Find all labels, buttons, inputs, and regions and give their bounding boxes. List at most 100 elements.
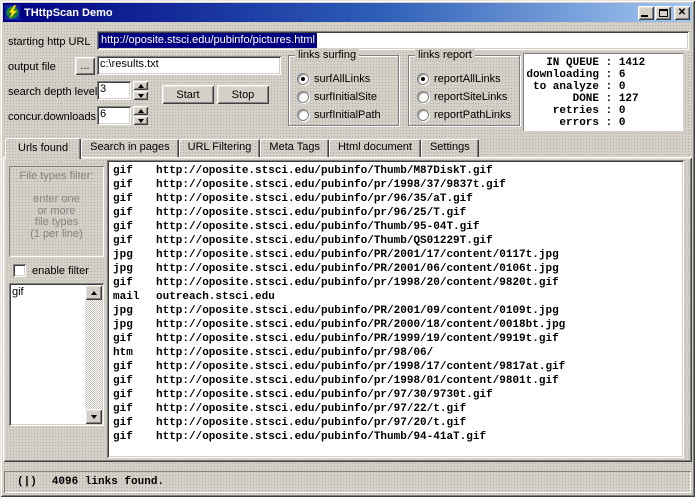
- minimize-icon: [641, 15, 648, 17]
- search-depth-label: search depth level: [8, 86, 97, 98]
- urls-found-list[interactable]: gifhttp://oposite.stsci.edu/pubinfo/Thum…: [107, 160, 684, 458]
- status-sep: :: [599, 69, 619, 81]
- url-text: http://oposite.stsci.edu/pubinfo/pr/97/3…: [156, 388, 493, 402]
- filter-info-line: (1 per line): [9, 229, 104, 241]
- url-list-row[interactable]: gifhttp://oposite.stsci.edu/pubinfo/Thum…: [113, 234, 682, 248]
- tab-url-filtering[interactable]: URL Filtering: [179, 139, 261, 157]
- tab-meta-tags[interactable]: Meta Tags: [260, 139, 329, 157]
- url-text: http://oposite.stsci.edu/pubinfo/pr/1998…: [156, 360, 565, 374]
- url-type: gif: [113, 220, 156, 234]
- url-type: gif: [113, 430, 156, 444]
- scroll-up-button[interactable]: [85, 285, 102, 300]
- tab-search-in-pages[interactable]: Search in pages: [81, 139, 179, 157]
- url-type: jpg: [113, 304, 156, 318]
- minimize-button[interactable]: [638, 6, 654, 20]
- title-bar[interactable]: THttpScan Demo ✕: [3, 3, 692, 22]
- filter-info-line: File types filter:: [9, 171, 104, 183]
- filter-types-memo[interactable]: gif: [9, 283, 104, 426]
- url-list-row[interactable]: gifhttp://oposite.stsci.edu/pubinfo/Thum…: [113, 164, 682, 178]
- output-file-value: c:\results.txt: [97, 56, 281, 73]
- url-list-row[interactable]: jpghttp://oposite.stsci.edu/pubinfo/PR/2…: [113, 304, 682, 318]
- stop-button[interactable]: Stop: [217, 85, 269, 104]
- starting-url-value: http://oposite.stsci.edu/pubinfo/picture…: [99, 33, 317, 48]
- url-list-row[interactable]: gifhttp://oposite.stsci.edu/pubinfo/pr/9…: [113, 402, 682, 416]
- search-depth-down-button[interactable]: [133, 91, 148, 100]
- url-list-row[interactable]: jpghttp://oposite.stsci.edu/pubinfo/PR/2…: [113, 262, 682, 276]
- url-text: http://oposite.stsci.edu/pubinfo/Thumb/9…: [156, 220, 479, 234]
- url-list-row[interactable]: gifhttp://oposite.stsci.edu/pubinfo/pr/9…: [113, 206, 682, 220]
- status-label: to analyze: [523, 81, 599, 93]
- url-list-row[interactable]: htmhttp://oposite.stsci.edu/pubinfo/pr/9…: [113, 346, 682, 360]
- search-depth-value: 3: [97, 81, 131, 98]
- tab-bar: Urls found Search in pages URL Filtering…: [3, 139, 479, 157]
- tab-html-document[interactable]: Html document: [329, 139, 421, 157]
- radio-reportSiteLinks[interactable]: reportSiteLinks: [417, 90, 507, 104]
- radio-reportPathLinks[interactable]: reportPathLinks: [417, 108, 511, 122]
- url-type: gif: [113, 374, 156, 388]
- concur-downloads-down-button[interactable]: [133, 116, 148, 125]
- url-type: gif: [113, 332, 156, 346]
- scroll-down-button[interactable]: [85, 409, 102, 424]
- url-list-row[interactable]: gifhttp://oposite.stsci.edu/pubinfo/Thum…: [113, 430, 682, 444]
- url-list-row[interactable]: gifhttp://oposite.stsci.edu/pubinfo/pr/1…: [113, 360, 682, 374]
- starting-url-label: starting http URL: [8, 36, 91, 48]
- status-sep: :: [599, 117, 619, 129]
- close-button[interactable]: ✕: [674, 6, 690, 20]
- url-text: http://oposite.stsci.edu/pubinfo/pr/1998…: [156, 374, 559, 388]
- status-value: 127: [619, 93, 639, 105]
- tab-settings[interactable]: Settings: [421, 139, 479, 157]
- radio-icon: [417, 91, 429, 103]
- status-sep: :: [599, 81, 619, 93]
- url-text: http://oposite.stsci.edu/pubinfo/pr/1998…: [156, 178, 506, 192]
- url-text: http://oposite.stsci.edu/pubinfo/PR/2000…: [156, 318, 565, 332]
- url-list-row[interactable]: gifhttp://oposite.stsci.edu/pubinfo/PR/1…: [113, 332, 682, 346]
- links-report-group: links report reportAllLinks reportSiteLi…: [408, 55, 520, 126]
- search-depth-up-button[interactable]: [133, 81, 148, 90]
- url-list-row[interactable]: gifhttp://oposite.stsci.edu/pubinfo/pr/1…: [113, 178, 682, 192]
- memo-scrollbar[interactable]: [85, 285, 102, 424]
- url-list-row[interactable]: gifhttp://oposite.stsci.edu/pubinfo/pr/1…: [113, 276, 682, 290]
- maximize-button[interactable]: [655, 6, 671, 20]
- status-row: retries : 0: [523, 105, 679, 117]
- radio-surfInitialSite[interactable]: surfInitialSite: [297, 90, 377, 104]
- radio-surfAllLinks[interactable]: surfAllLinks: [297, 72, 370, 86]
- search-depth-input[interactable]: 3: [97, 81, 131, 100]
- url-list-row[interactable]: mailoutreach.stsci.edu: [113, 290, 682, 304]
- url-list-row[interactable]: gifhttp://oposite.stsci.edu/pubinfo/pr/9…: [113, 388, 682, 402]
- app-window: THttpScan Demo ✕ starting http URL http:…: [0, 0, 695, 497]
- status-row: DONE : 127: [523, 93, 679, 105]
- enable-filter-checkbox[interactable]: [13, 264, 26, 277]
- status-label: errors: [523, 117, 599, 129]
- url-list-row[interactable]: jpghttp://oposite.stsci.edu/pubinfo/PR/2…: [113, 248, 682, 262]
- url-text: http://oposite.stsci.edu/pubinfo/PR/2001…: [156, 248, 559, 262]
- url-type: gif: [113, 276, 156, 290]
- url-text: http://oposite.stsci.edu/pubinfo/Thumb/9…: [156, 430, 486, 444]
- filter-types-list: gif: [12, 286, 83, 423]
- start-button[interactable]: Start: [162, 85, 214, 104]
- url-list-row[interactable]: gifhttp://oposite.stsci.edu/pubinfo/pr/9…: [113, 192, 682, 206]
- concur-downloads-input[interactable]: 6: [97, 106, 131, 125]
- url-type: gif: [113, 206, 156, 220]
- filter-info-line: file types: [9, 217, 104, 229]
- status-label: IN QUEUE: [523, 57, 599, 69]
- url-list-row[interactable]: gifhttp://oposite.stsci.edu/pubinfo/Thum…: [113, 220, 682, 234]
- url-type: jpg: [113, 318, 156, 332]
- output-file-input[interactable]: c:\results.txt: [97, 56, 281, 75]
- radio-surfInitialPath[interactable]: surfInitialPath: [297, 108, 381, 122]
- url-list-row[interactable]: jpghttp://oposite.stsci.edu/pubinfo/PR/2…: [113, 318, 682, 332]
- url-type: jpg: [113, 248, 156, 262]
- output-file-label: output file: [8, 61, 56, 73]
- arrow-down-icon: [138, 119, 144, 123]
- concur-downloads-value: 6: [97, 106, 131, 123]
- filter-type-item[interactable]: gif: [12, 286, 83, 298]
- status-value: 0: [619, 117, 626, 129]
- browse-button[interactable]: ...: [75, 57, 95, 75]
- starting-url-input[interactable]: http://oposite.stsci.edu/pubinfo/picture…: [97, 31, 689, 50]
- url-list-row[interactable]: gifhttp://oposite.stsci.edu/pubinfo/pr/1…: [113, 374, 682, 388]
- arrow-down-icon: [138, 94, 144, 98]
- radio-reportAllLinks[interactable]: reportAllLinks: [417, 72, 501, 86]
- concur-downloads-up-button[interactable]: [133, 106, 148, 115]
- tab-urls-found[interactable]: Urls found: [5, 138, 81, 159]
- url-list-row[interactable]: gifhttp://oposite.stsci.edu/pubinfo/pr/9…: [113, 416, 682, 430]
- status-sep: :: [599, 57, 619, 69]
